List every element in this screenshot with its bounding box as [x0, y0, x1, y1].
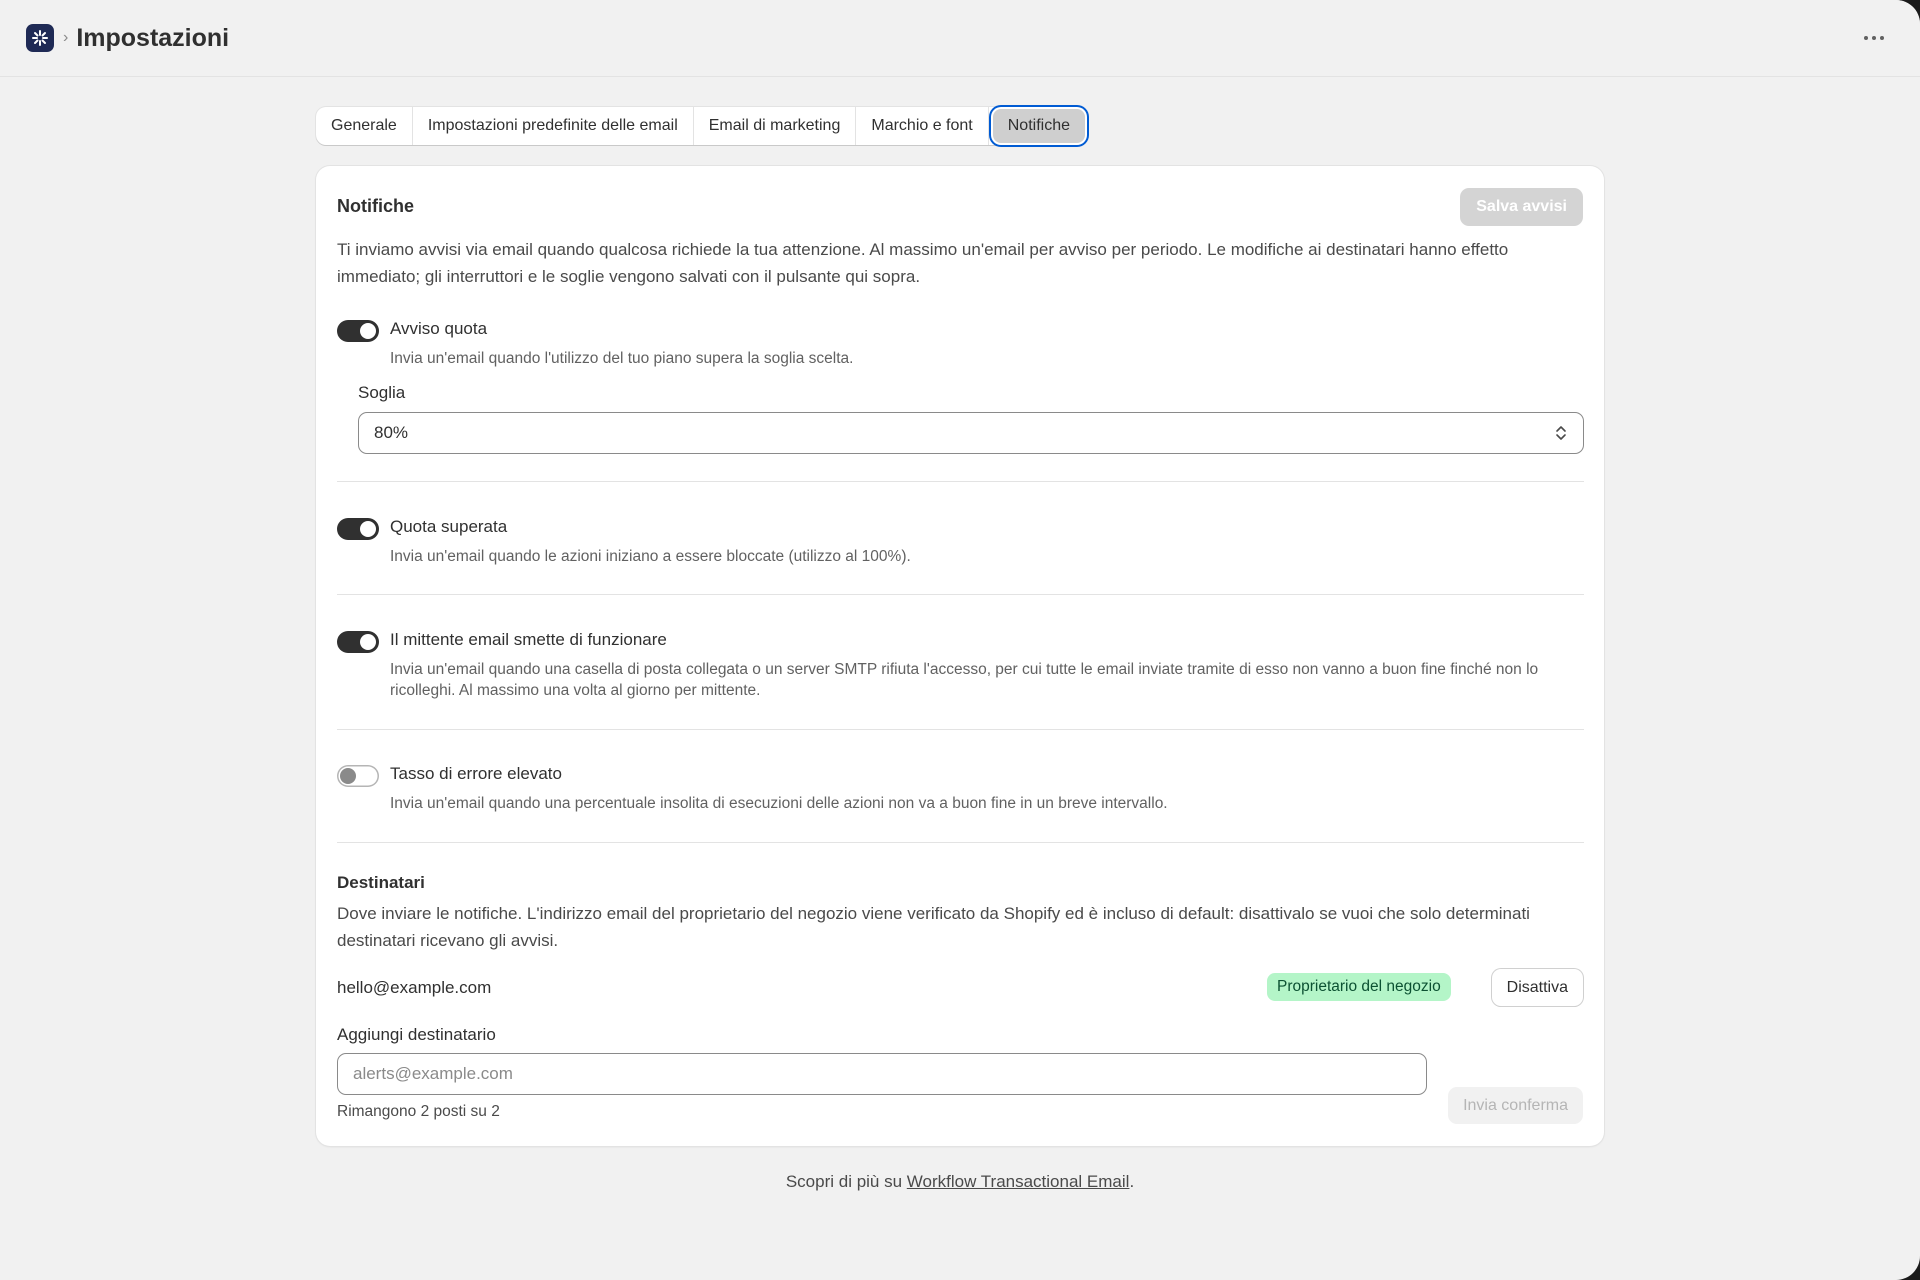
settings-tabs: Generale Impostazioni predefinite delle …	[316, 107, 1087, 145]
setting-label: Avviso quota	[390, 319, 488, 338]
breadcrumb-separator: ›	[63, 29, 69, 46]
sender-failure-toggle[interactable]	[337, 631, 379, 653]
setting-description: Invia un'email quando una casella di pos…	[390, 661, 1539, 699]
notifications-card: Notifiche Salva avvisi Ti inviamo avvisi…	[316, 166, 1604, 1146]
ellipsis-icon	[1864, 36, 1868, 40]
select-chevron-icon	[1556, 426, 1566, 440]
ellipsis-icon-dot	[1880, 36, 1884, 40]
footer-link[interactable]: Workflow Transactional Email	[907, 1172, 1130, 1191]
setting-label: Il mittente email smette di funzionare	[390, 630, 667, 649]
more-actions-button[interactable]	[1854, 22, 1894, 54]
tab-email-defaults[interactable]: Impostazioni predefinite delle email	[413, 107, 694, 145]
page-title: Impostazioni	[76, 23, 230, 52]
tab-generale[interactable]: Generale	[316, 107, 413, 145]
ellipsis-icon-dot	[1872, 36, 1876, 40]
recipients-title: Destinatari	[337, 873, 425, 892]
section-divider	[337, 481, 1584, 482]
deactivate-button[interactable]: Disattiva	[1491, 969, 1583, 1006]
threshold-value: 80%	[374, 423, 409, 442]
top-bar: › Impostazioni	[0, 0, 1920, 77]
owner-badge: Proprietario del negozio	[1267, 973, 1451, 1001]
app-logo-icon[interactable]	[26, 24, 54, 52]
add-recipient-input[interactable]	[337, 1053, 1427, 1095]
tab-brand-font[interactable]: Marchio e font	[856, 107, 989, 145]
threshold-label: Soglia	[358, 383, 406, 402]
card-title: Notifiche	[337, 196, 415, 216]
tab-marketing-email[interactable]: Email di marketing	[694, 107, 857, 145]
quota-alert-toggle[interactable]	[337, 320, 379, 342]
footer: Scopri di più su Workflow Transactional …	[0, 1172, 1920, 1192]
send-confirmation-button[interactable]: Invia conferma	[1448, 1087, 1583, 1124]
high-error-rate-toggle[interactable]	[337, 765, 379, 787]
setting-description: Invia un'email quando una percentuale in…	[390, 795, 1168, 812]
section-divider	[337, 594, 1584, 595]
save-alerts-button[interactable]: Salva avvisi	[1460, 188, 1583, 226]
setting-label: Tasso di errore elevato	[390, 764, 562, 783]
footer-suffix: .	[1129, 1172, 1135, 1191]
card-intro: Ti inviamo avvisi via email quando qualc…	[337, 240, 1509, 286]
app-window: › Impostazioni Generale Impostazioni pre…	[0, 0, 1920, 1280]
setting-description: Invia un'email quando le azioni iniziano…	[390, 548, 911, 565]
setting-description: Invia un'email quando l'utilizzo del tuo…	[390, 350, 854, 367]
threshold-select[interactable]: 80%	[358, 412, 1584, 454]
section-divider	[337, 842, 1584, 843]
add-recipient-label: Aggiungi destinatario	[337, 1025, 496, 1044]
recipients-description: Dove inviare le notifiche. L'indirizzo e…	[337, 904, 1530, 950]
setting-label: Quota superata	[390, 517, 508, 536]
tab-notifiche[interactable]: Notifiche	[992, 109, 1085, 143]
footer-prefix: Scopri di più su	[785, 1172, 907, 1191]
remaining-slots: Rimangono 2 posti su 2	[337, 1103, 500, 1120]
quota-exceeded-toggle[interactable]	[337, 518, 379, 540]
section-divider	[337, 729, 1584, 730]
recipient-email: hello@example.com	[337, 978, 492, 997]
